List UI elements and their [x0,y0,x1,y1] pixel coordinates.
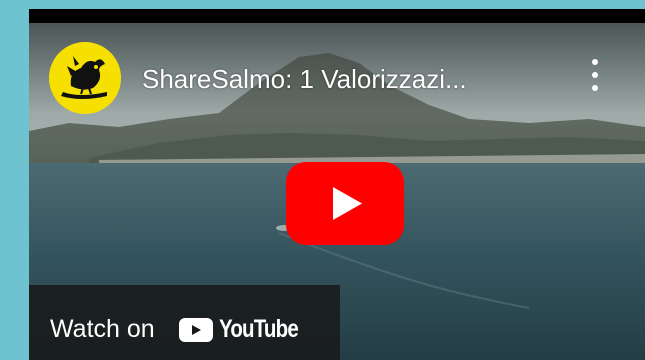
menu-dot [592,59,598,65]
youtube-logo-icon [178,317,213,342]
youtube-play-icon [286,162,404,245]
youtube-embed[interactable]: ShareSalmo: 1 Valorizzazi... Watch on Yo… [29,9,645,360]
watch-on-label: Watch on [50,315,155,343]
menu-dot [592,72,598,78]
youtube-play-button[interactable] [286,162,404,245]
video-title[interactable]: ShareSalmo: 1 Valorizzazi... [142,63,562,95]
menu-dot [592,85,598,91]
bird-avatar-icon [49,42,121,114]
youtube-wordmark: YouTube [218,315,299,343]
more-vert-icon[interactable] [583,55,607,95]
video-thumbnail[interactable]: ShareSalmo: 1 Valorizzazi... Watch on Yo… [29,23,645,360]
watch-on-youtube-button[interactable]: Watch on YouTube [29,285,340,360]
channel-avatar[interactable] [49,42,121,114]
